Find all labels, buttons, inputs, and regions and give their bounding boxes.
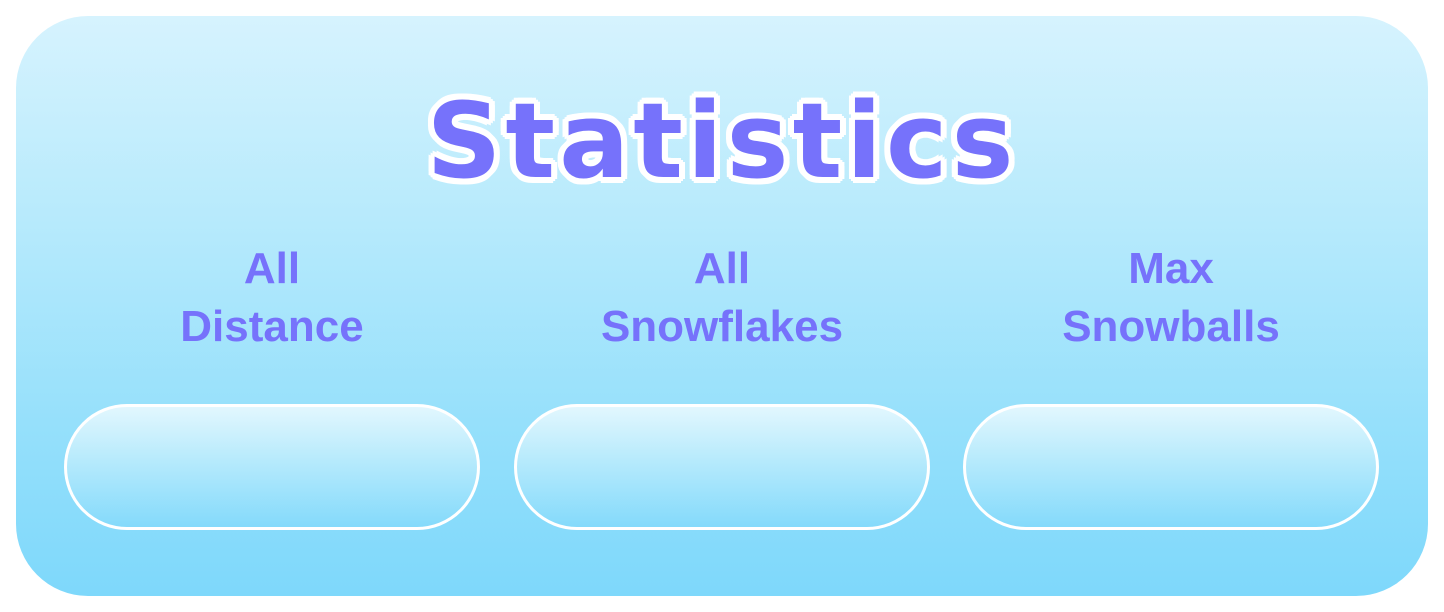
- stat-value-max-snowballs: [963, 404, 1379, 530]
- stat-label-max-snowballs: Max Snowballs: [963, 240, 1379, 356]
- stat-all-distance: All Distance: [64, 240, 480, 530]
- stat-value-all-snowflakes: [514, 404, 930, 530]
- stat-label-line1: All: [693, 244, 751, 293]
- stat-label-line1: All: [243, 244, 301, 293]
- statistics-title: Statistics: [426, 80, 1018, 202]
- stat-label-all-snowflakes: All Snowflakes: [514, 240, 930, 356]
- stat-label-line2: Distance: [180, 302, 364, 351]
- stat-max-snowballs: Max Snowballs: [963, 240, 1379, 530]
- statistics-panel: Statistics All Distance All Snowflakes M…: [16, 16, 1428, 596]
- stat-label-line2: Snowflakes: [600, 302, 844, 351]
- stat-value-all-distance: [64, 404, 480, 530]
- stat-all-snowflakes: All Snowflakes: [514, 240, 930, 530]
- stat-label-line2: Snowballs: [1062, 302, 1280, 351]
- stat-label-line1: Max: [1128, 244, 1214, 293]
- stat-label-all-distance: All Distance: [64, 240, 480, 356]
